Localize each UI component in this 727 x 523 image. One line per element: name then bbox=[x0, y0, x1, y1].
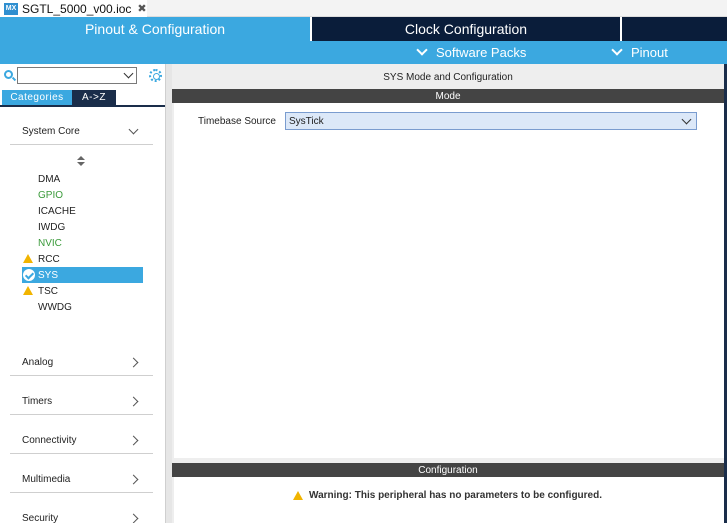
editor-tab-strip: MX SGTL_5000_v00.ioc ✖ bbox=[0, 0, 727, 17]
mode-section: Timebase Source SysTick bbox=[174, 103, 724, 458]
chevron-down-icon bbox=[611, 44, 623, 56]
configuration-header: Configuration bbox=[172, 463, 724, 477]
page-title: SYS Mode and Configuration bbox=[383, 71, 513, 83]
peripheral-label: ICACHE bbox=[38, 205, 76, 217]
chevron-right-icon bbox=[128, 435, 139, 446]
tab-a-z[interactable]: A->Z bbox=[72, 90, 116, 105]
search-icon bbox=[4, 70, 13, 79]
warning-icon bbox=[23, 286, 33, 295]
search-row bbox=[2, 67, 164, 85]
tab-pinout-configuration[interactable]: Pinout & Configuration bbox=[0, 17, 310, 41]
warning-icon bbox=[23, 254, 33, 263]
category-multimedia[interactable]: Multimedia bbox=[10, 467, 153, 493]
timebase-source-label: Timebase Source bbox=[198, 116, 276, 127]
category-label: Multimedia bbox=[22, 474, 71, 485]
file-tab[interactable]: MX SGTL_5000_v00.ioc ✖ bbox=[0, 0, 147, 17]
peripheral-dma[interactable]: DMA bbox=[22, 171, 143, 187]
check-icon bbox=[23, 269, 35, 281]
sub-nav: Software Packs Pinout bbox=[0, 41, 727, 64]
warning-text: Warning: This peripheral has no paramete… bbox=[309, 490, 603, 501]
category-label: Connectivity bbox=[22, 435, 77, 446]
chevron-right-icon bbox=[128, 474, 139, 485]
peripheral-tsc[interactable]: TSC bbox=[22, 283, 143, 299]
category-timers[interactable]: Timers bbox=[10, 389, 153, 415]
category-connectivity[interactable]: Connectivity bbox=[10, 428, 153, 454]
configuration-section: Warning: This peripheral has no paramete… bbox=[174, 477, 724, 523]
peripheral-label: IWDG bbox=[38, 221, 66, 233]
warning-icon bbox=[293, 491, 303, 500]
tab-underline bbox=[0, 105, 165, 107]
category-label: Timers bbox=[22, 396, 53, 407]
category-analog[interactable]: Analog bbox=[10, 350, 153, 376]
file-tab-label: SGTL_5000_v00.ioc bbox=[22, 1, 132, 16]
sort-icon[interactable] bbox=[77, 156, 85, 167]
pinout-menu[interactable]: Pinout bbox=[611, 41, 668, 64]
peripheral-rcc[interactable]: RCC bbox=[22, 251, 143, 267]
category-system-core[interactable]: System Core bbox=[10, 119, 153, 145]
chevron-down-icon bbox=[416, 44, 428, 56]
category-label: System Core bbox=[22, 126, 80, 137]
mx-file-icon: MX bbox=[4, 2, 18, 15]
peripheral-label: TSC bbox=[38, 285, 58, 297]
peripheral-icache[interactable]: ICACHE bbox=[22, 203, 143, 219]
peripheral-label: DMA bbox=[38, 173, 61, 185]
peripheral-label: GPIO bbox=[38, 189, 64, 201]
category-security[interactable]: Security bbox=[10, 506, 153, 523]
close-icon[interactable]: ✖ bbox=[137, 2, 146, 15]
software-packs-menu[interactable]: Software Packs bbox=[416, 41, 527, 64]
search-input[interactable] bbox=[17, 67, 137, 84]
timebase-source-select[interactable]: SysTick bbox=[285, 112, 697, 130]
peripheral-nvic[interactable]: NVIC bbox=[22, 235, 143, 251]
peripheral-label: RCC bbox=[38, 253, 60, 265]
chevron-down-icon bbox=[681, 114, 692, 125]
mode-header: Mode bbox=[172, 89, 724, 103]
chevron-right-icon bbox=[128, 513, 139, 523]
peripheral-gpio[interactable]: GPIO bbox=[22, 187, 143, 203]
chevron-down-icon bbox=[128, 124, 139, 135]
chevron-right-icon bbox=[128, 357, 139, 368]
category-tabs: Categories A->Z bbox=[2, 90, 116, 105]
category-label: Security bbox=[22, 513, 59, 523]
left-panel: Categories A->Z System Core DMA GPIO ICA… bbox=[0, 64, 166, 523]
software-packs-label: Software Packs bbox=[436, 45, 527, 60]
tab-project-manager[interactable] bbox=[622, 17, 727, 41]
tab-clock-configuration[interactable]: Clock Configuration bbox=[312, 17, 620, 41]
peripheral-label: SYS bbox=[38, 269, 59, 281]
peripheral-wwdg[interactable]: WWDG bbox=[22, 299, 143, 315]
gear-icon[interactable] bbox=[149, 69, 162, 82]
peripheral-iwdg[interactable]: IWDG bbox=[22, 219, 143, 235]
peripheral-label: WWDG bbox=[38, 301, 72, 313]
timebase-source-value: SysTick bbox=[289, 115, 324, 127]
chevron-right-icon bbox=[128, 396, 139, 407]
category-label: Analog bbox=[22, 357, 54, 368]
main-nav: Pinout & Configuration Clock Configurati… bbox=[0, 17, 727, 41]
no-parameters-warning: Warning: This peripheral has no paramete… bbox=[293, 490, 602, 501]
peripheral-sys[interactable]: SYS bbox=[22, 267, 143, 283]
right-panel: SYS Mode and Configuration Mode Timebase… bbox=[172, 64, 727, 523]
pinout-label: Pinout bbox=[631, 45, 668, 60]
peripheral-label: NVIC bbox=[38, 237, 62, 249]
tab-categories[interactable]: Categories bbox=[2, 90, 72, 105]
